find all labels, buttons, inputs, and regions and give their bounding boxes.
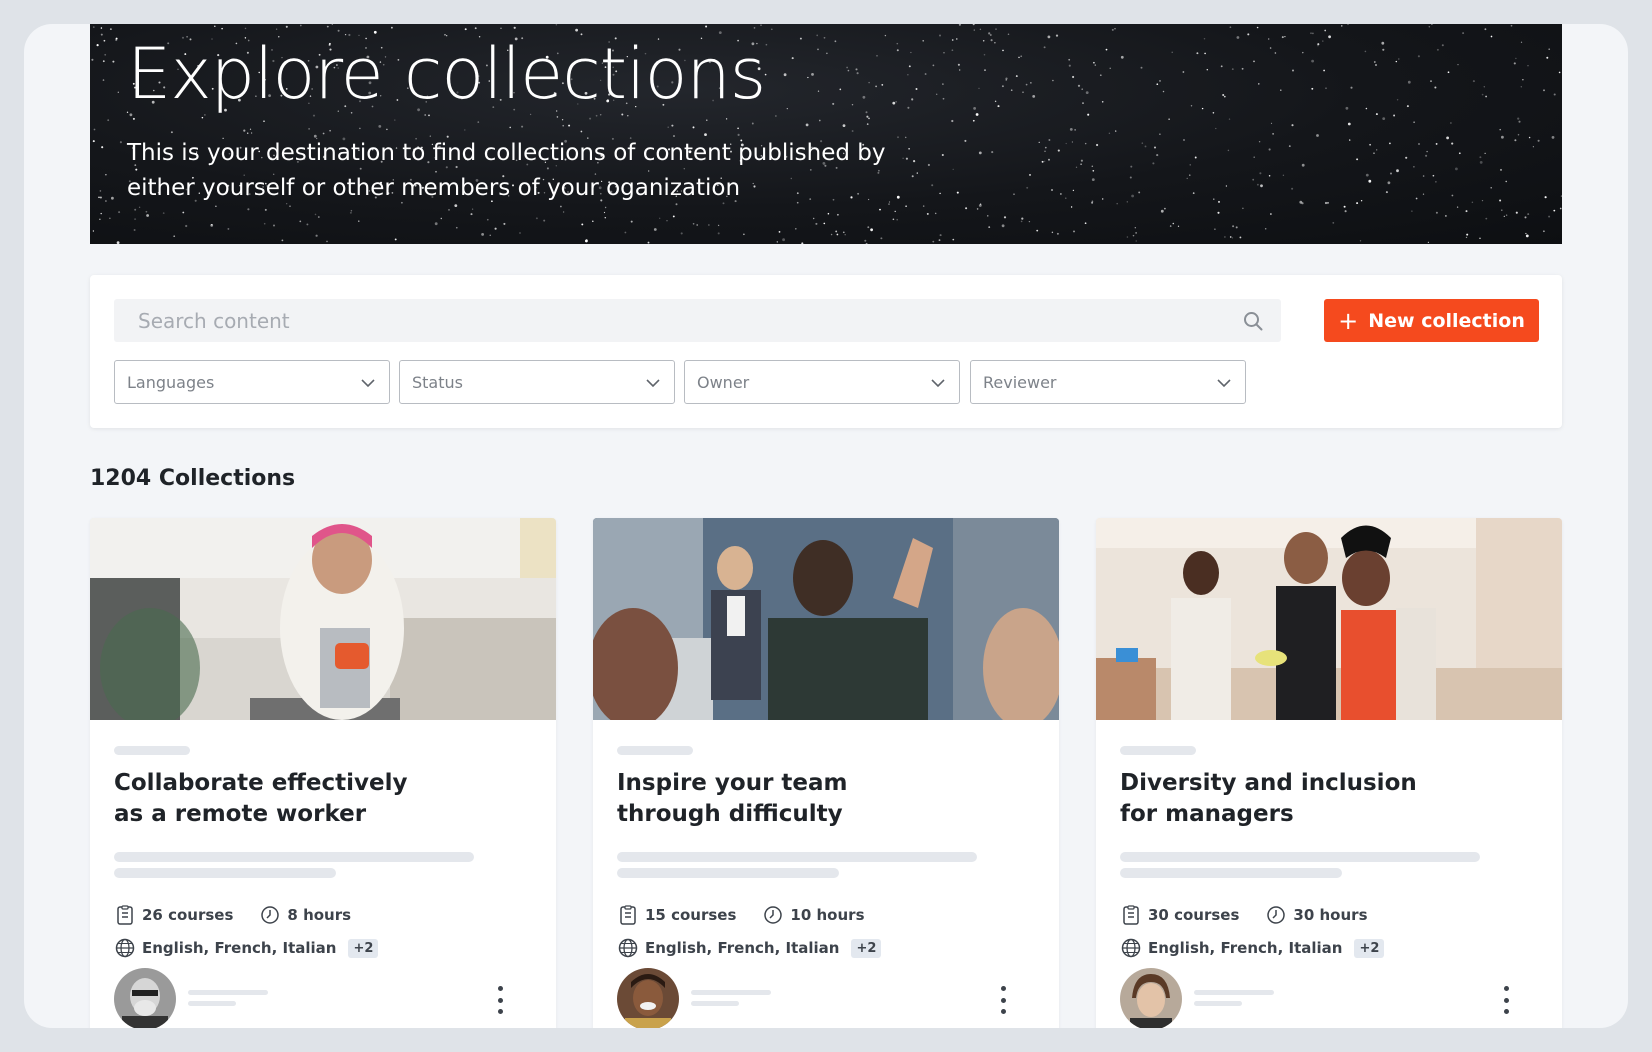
more-options-icon[interactable]: [1500, 986, 1512, 1014]
globe-icon: [1121, 938, 1141, 958]
chevron-down-icon: [1217, 379, 1231, 388]
hours-count: 30 hours: [1293, 906, 1368, 924]
main-content: Explore collections This is your destina…: [90, 24, 1562, 1028]
name-placeholder: [1194, 990, 1274, 995]
languages-list: English, French, Italian: [1148, 939, 1343, 957]
card-title[interactable]: Inspire your team through difficulty: [617, 768, 947, 830]
hours-count: 10 hours: [790, 906, 865, 924]
tag-placeholder: [1120, 746, 1196, 755]
globe-icon: [115, 938, 135, 958]
collection-card[interactable]: Diversity and inclusion for managers 30 …: [1096, 518, 1562, 1028]
reviewer-dropdown-label: Reviewer: [983, 372, 1057, 392]
clock-icon: [261, 906, 280, 924]
courses-count: 26 courses: [142, 906, 234, 924]
card-title[interactable]: Diversity and inclusion for managers: [1120, 768, 1450, 830]
extra-languages-badge[interactable]: +2: [1354, 938, 1385, 958]
page-description: This is your destination to find collect…: [127, 140, 886, 201]
more-options-icon[interactable]: [997, 986, 1009, 1014]
courses-stat: 15 courses: [617, 904, 736, 926]
courses-icon: [620, 905, 636, 925]
card-languages: English, French, Italian +2: [617, 937, 882, 959]
courses-icon: [1123, 905, 1139, 925]
languages-list: English, French, Italian: [142, 939, 337, 957]
extra-languages-badge[interactable]: +2: [348, 938, 379, 958]
new-collection-label: New collection: [1368, 309, 1525, 332]
reviewer-dropdown[interactable]: Reviewer: [970, 360, 1246, 404]
card-stats: 26 courses 8 hours: [114, 904, 377, 926]
collection-image: [1096, 518, 1562, 720]
card-stats: 15 courses 10 hours: [617, 904, 891, 926]
collection-image: [90, 518, 556, 720]
search-icon[interactable]: [1241, 309, 1265, 333]
more-options-icon[interactable]: [494, 986, 506, 1014]
description-placeholder: [1120, 868, 1342, 878]
description-placeholder: [617, 852, 977, 862]
courses-stat: 30 courses: [1120, 904, 1239, 926]
description-placeholder: [114, 852, 474, 862]
name-placeholder: [188, 1001, 236, 1006]
name-placeholder: [1194, 1001, 1242, 1006]
courses-icon: [117, 905, 133, 925]
card-title[interactable]: Collaborate effectively as a remote work…: [114, 768, 444, 830]
status-dropdown-label: Status: [412, 372, 463, 392]
languages-dropdown[interactable]: Languages: [114, 360, 390, 404]
collection-card[interactable]: Collaborate effectively as a remote work…: [90, 518, 556, 1028]
collection-card[interactable]: Inspire your team through difficulty 15 …: [593, 518, 1059, 1028]
card-languages: English, French, Italian +2: [114, 937, 379, 959]
avatar[interactable]: [114, 968, 176, 1028]
hours-count: 8 hours: [287, 906, 352, 924]
tag-placeholder: [617, 746, 693, 755]
collections-count: 1204 Collections: [90, 466, 296, 491]
chevron-down-icon: [646, 379, 660, 388]
collection-image: [593, 518, 1059, 720]
card-stats: 30 courses 30 hours: [1120, 904, 1394, 926]
name-placeholder: [691, 1001, 739, 1006]
tag-placeholder: [114, 746, 190, 755]
search-input[interactable]: [138, 308, 1218, 333]
globe-icon: [618, 938, 638, 958]
avatar[interactable]: [617, 968, 679, 1028]
page-title: Explore collections: [127, 33, 766, 115]
hours-stat: 30 hours: [1265, 904, 1368, 926]
languages-list: English, French, Italian: [645, 939, 840, 957]
clock-icon: [1267, 906, 1286, 924]
status-dropdown[interactable]: Status: [399, 360, 675, 404]
languages-dropdown-label: Languages: [127, 372, 215, 392]
courses-stat: 26 courses: [114, 904, 233, 926]
name-placeholder: [188, 990, 268, 995]
description-placeholder: [1120, 852, 1480, 862]
description-placeholder: [617, 868, 839, 878]
hero-banner: Explore collections This is your destina…: [90, 24, 1562, 244]
name-placeholder: [691, 990, 771, 995]
new-collection-button[interactable]: + New collection: [1324, 299, 1539, 342]
plus-icon: +: [1338, 306, 1359, 335]
extra-languages-badge[interactable]: +2: [851, 938, 882, 958]
card-languages: English, French, Italian +2: [1120, 937, 1385, 959]
description-placeholder: [114, 868, 336, 878]
owner-dropdown[interactable]: Owner: [684, 360, 960, 404]
filter-panel: + New collection Languages Status Owner …: [90, 275, 1562, 428]
chevron-down-icon: [931, 379, 945, 388]
owner-dropdown-label: Owner: [697, 372, 750, 392]
avatar[interactable]: [1120, 968, 1182, 1028]
search-bar: [114, 299, 1281, 342]
hours-stat: 10 hours: [762, 904, 865, 926]
courses-count: 30 courses: [1148, 906, 1240, 924]
hours-stat: 8 hours: [259, 904, 351, 926]
clock-icon: [764, 906, 783, 924]
chevron-down-icon: [361, 379, 375, 388]
courses-count: 15 courses: [645, 906, 737, 924]
app-frame: Explore collections This is your destina…: [24, 24, 1628, 1028]
